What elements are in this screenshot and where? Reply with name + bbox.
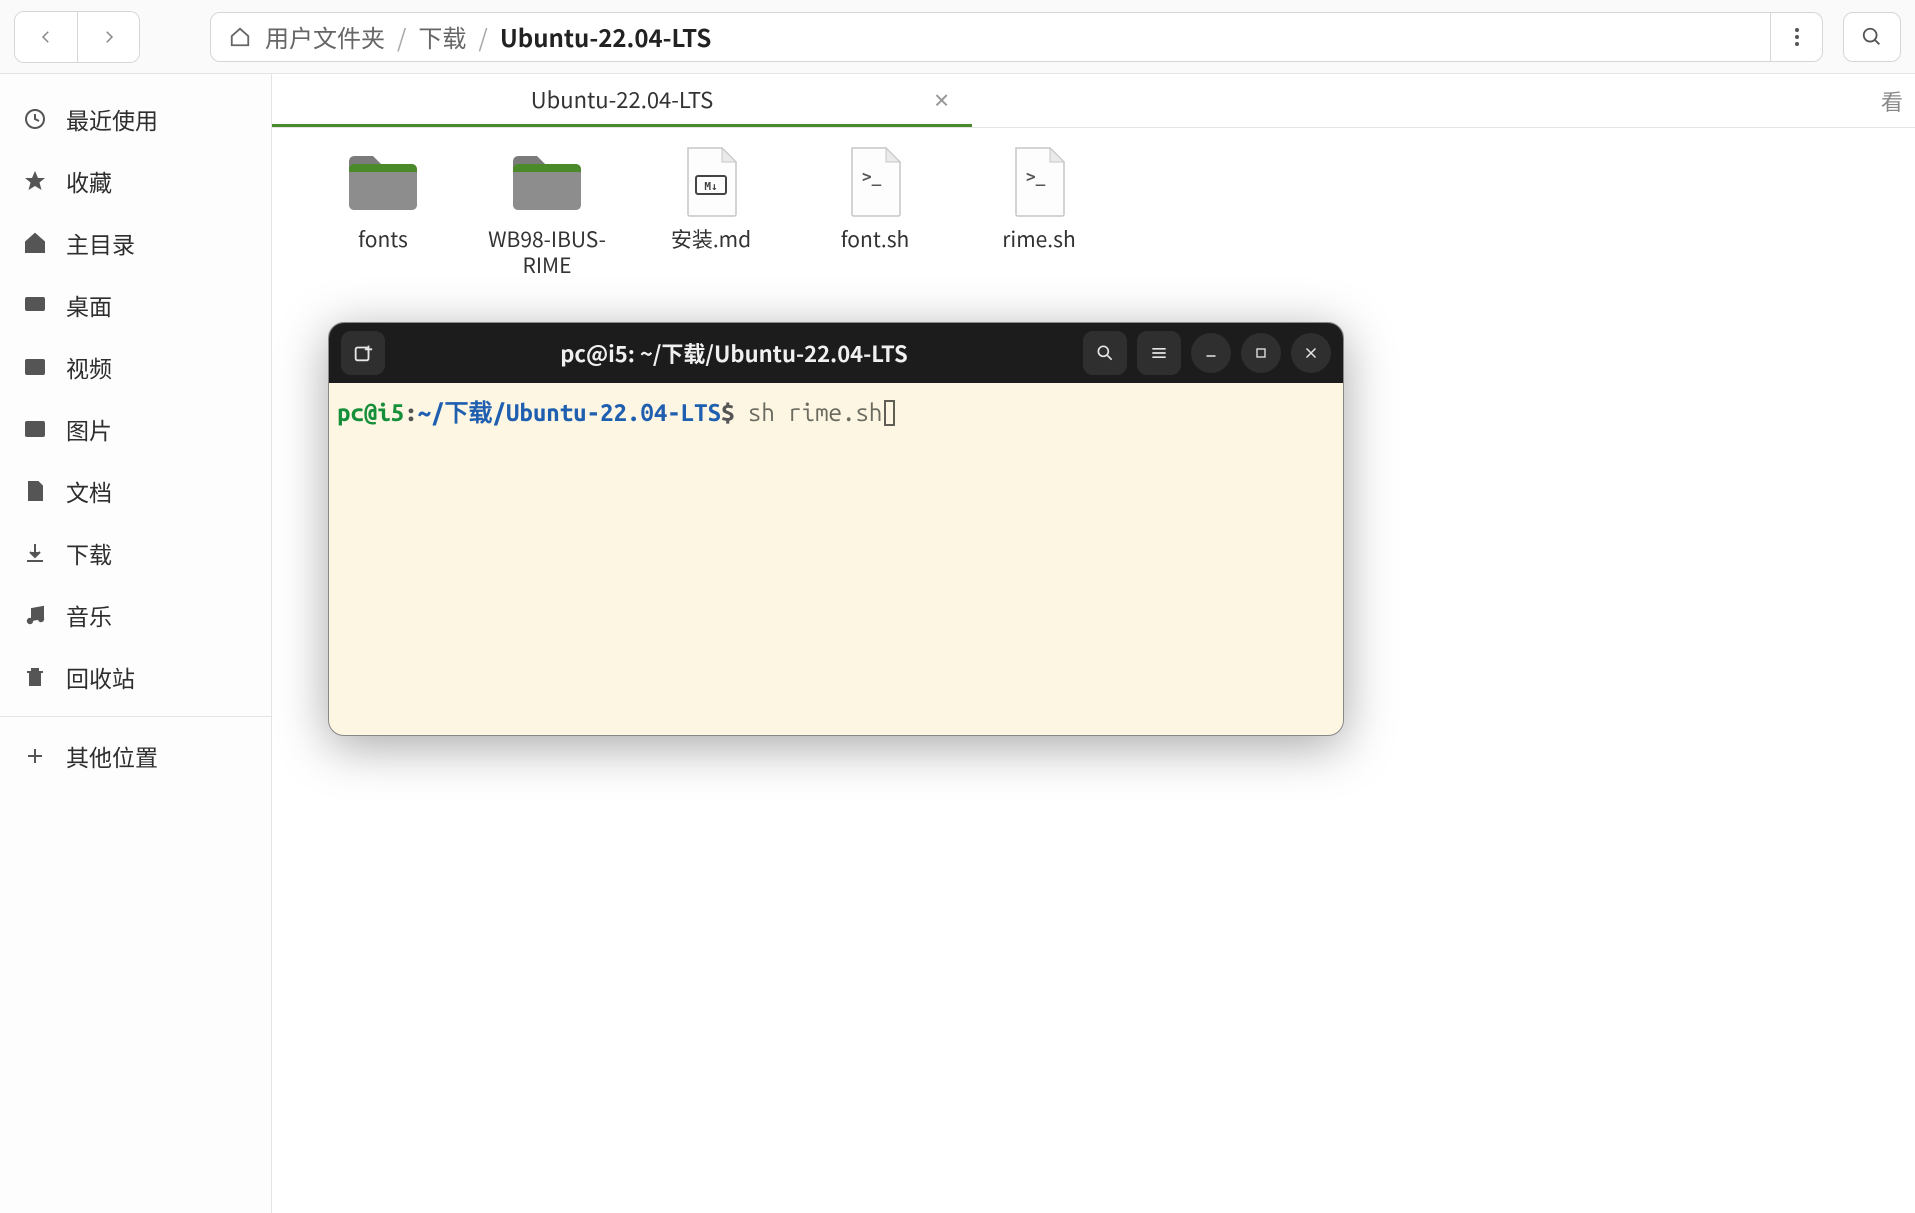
svg-text:>_: >_ [1026,167,1046,186]
markdown-file-icon: M↓ [671,146,751,218]
terminal-search-button[interactable] [1083,331,1127,375]
search-button[interactable] [1843,12,1901,62]
sidebar-item-videos[interactable]: 视频 [0,336,271,398]
sidebar-item-downloads[interactable]: 下载 [0,522,271,584]
terminal-path: ~/下载/Ubuntu-22.04-LTS [418,399,721,426]
breadcrumb[interactable]: 用户文件夹 / 下载 / Ubuntu-22.04-LTS [210,12,1771,62]
terminal-user-host: pc@i5 [337,399,404,426]
terminal-maximize-button[interactable] [1241,333,1281,373]
sidebar-divider [0,716,271,717]
terminal-menu-button[interactable] [1137,331,1181,375]
crumb-home[interactable]: 用户文件夹 [265,19,385,54]
terminal-body[interactable]: pc@i5:~/下载/Ubuntu-22.04-LTS$ sh rime.sh [329,383,1343,442]
terminal-command: sh rime.sh [748,399,882,426]
file-item-md[interactable]: M↓ 安装.md [634,146,788,252]
terminal-prompt-char: $ [721,399,734,426]
terminal-close-button[interactable] [1291,333,1331,373]
download-icon [22,540,48,566]
sidebar-item-desktop[interactable]: 桌面 [0,274,271,336]
crumb-current[interactable]: Ubuntu-22.04-LTS [500,19,711,54]
file-label: fonts [358,226,408,252]
kebab-icon [1795,28,1799,46]
desktop-icon [22,292,48,318]
crumb-downloads[interactable]: 下载 [418,19,466,54]
sidebar-item-label: 下载 [66,536,112,570]
terminal-titlebar[interactable]: pc@i5: ~/下载/Ubuntu-22.04-LTS [329,323,1343,383]
file-label: font.sh [841,226,910,252]
tab-bar: Ubuntu-22.04-LTS ✕ 看 [272,74,1915,128]
tab-label: Ubuntu-22.04-LTS [531,83,713,115]
sidebar-item-label: 其他位置 [66,739,158,773]
file-item-sh[interactable]: >_ font.sh [798,146,952,252]
tab-active[interactable]: Ubuntu-22.04-LTS ✕ [272,74,972,127]
music-icon [22,602,48,628]
sidebar-item-label: 收藏 [66,164,112,198]
file-manager-toolbar: 用户文件夹 / 下载 / Ubuntu-22.04-LTS [0,0,1915,74]
sidebar-item-label: 最近使用 [66,102,158,136]
file-label: WB98-IBUS-RIME [470,226,624,279]
nav-button-group [14,11,140,63]
video-icon [22,354,48,380]
sidebar-item-home[interactable]: 主目录 [0,212,271,274]
sidebar-item-documents[interactable]: 文档 [0,460,271,522]
folder-icon [343,146,423,218]
breadcrumb-separator: / [397,19,406,54]
svg-text:M↓: M↓ [704,180,717,193]
sidebar-item-label: 图片 [66,412,112,446]
svg-text:>_: >_ [862,167,882,186]
file-label: rime.sh [1002,226,1075,252]
sidebar-item-trash[interactable]: 回收站 [0,646,271,708]
star-icon [22,168,48,194]
forward-button[interactable] [77,12,139,62]
file-label: 安装.md [671,226,751,252]
tab-close-button[interactable]: ✕ [933,85,950,114]
breadcrumb-separator: / [478,19,487,54]
home-icon [229,26,251,48]
file-grid: fonts WB98-IBUS-RIME M↓ 安装.md >_ font.sh [272,128,1915,297]
file-item-folder[interactable]: fonts [306,146,460,252]
tab-overflow[interactable]: 看 [1869,74,1915,127]
shell-file-icon: >_ [999,146,1079,218]
back-button[interactable] [15,12,77,62]
sidebar-item-label: 音乐 [66,598,112,632]
sidebar-item-pictures[interactable]: 图片 [0,398,271,460]
pathbar-container: 用户文件夹 / 下载 / Ubuntu-22.04-LTS [210,12,1823,62]
sidebar: 最近使用 收藏 主目录 桌面 视频 图片 文档 下载 [0,74,272,1213]
terminal-cursor [884,400,895,426]
terminal-minimize-button[interactable] [1191,333,1231,373]
sidebar-item-other-locations[interactable]: 其他位置 [0,725,271,787]
sidebar-item-label: 桌面 [66,288,112,322]
file-item-sh[interactable]: >_ rime.sh [962,146,1116,252]
pictures-icon [22,416,48,442]
sidebar-item-starred[interactable]: 收藏 [0,150,271,212]
clock-icon [22,106,48,132]
path-options-button[interactable] [1771,12,1823,62]
terminal-title: pc@i5: ~/下载/Ubuntu-22.04-LTS [395,337,1073,369]
sidebar-item-recent[interactable]: 最近使用 [0,88,271,150]
sidebar-item-label: 文档 [66,474,112,508]
terminal-window[interactable]: pc@i5: ~/下载/Ubuntu-22.04-LTS pc@i5:~/下载/… [328,322,1344,736]
trash-icon [22,664,48,690]
folder-icon [507,146,587,218]
document-icon [22,478,48,504]
sidebar-item-label: 视频 [66,350,112,384]
file-item-folder[interactable]: WB98-IBUS-RIME [470,146,624,279]
terminal-prompt-line: pc@i5:~/下载/Ubuntu-22.04-LTS$ sh rime.sh [337,397,1335,428]
sidebar-item-music[interactable]: 音乐 [0,584,271,646]
sidebar-item-label: 回收站 [66,660,135,694]
plus-icon [22,743,48,769]
sidebar-item-label: 主目录 [66,226,135,260]
terminal-new-tab-button[interactable] [341,331,385,375]
shell-file-icon: >_ [835,146,915,218]
home-icon [22,230,48,256]
